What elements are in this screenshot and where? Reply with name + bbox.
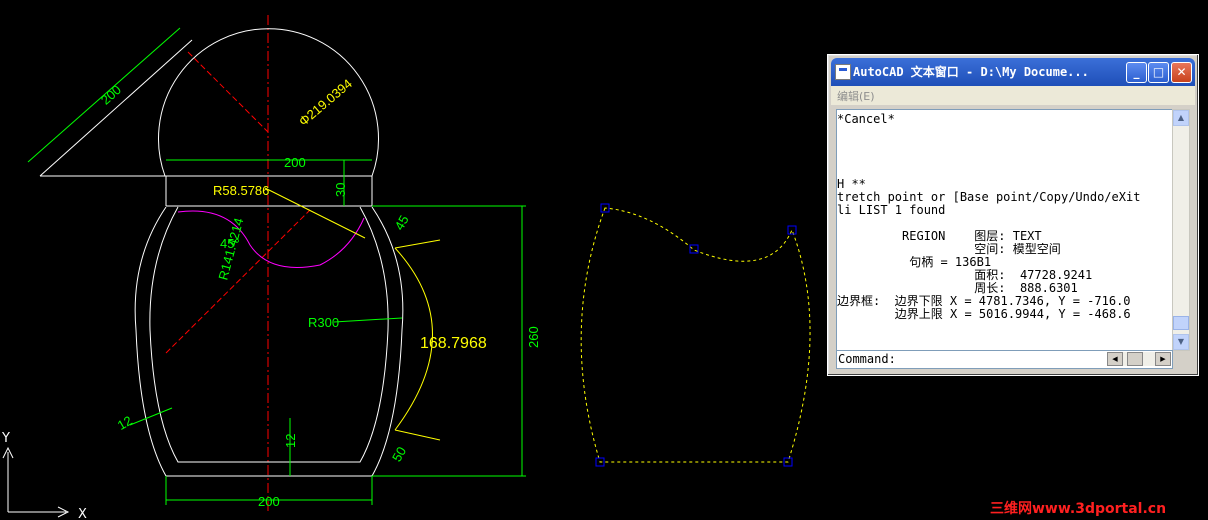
ucs-icon: Y X — [1, 431, 87, 520]
text-history-line: REGION 图层: TEXT — [837, 230, 1042, 243]
dim-radius-small-text: R58.5786 — [213, 183, 269, 198]
arc-ext-top — [394, 239, 441, 249]
arc-ext-bottom — [394, 429, 441, 441]
watermark: 三维网www.3dportal.cn — [990, 501, 1167, 517]
dim-50-text: 50 — [389, 444, 409, 464]
scroll-thumb[interactable] — [1173, 316, 1189, 330]
dim-radius-300-text: R300 — [308, 315, 339, 330]
autocad-app-icon[interactable] — [835, 64, 851, 80]
top-circle — [158, 28, 379, 177]
leader-wall-left — [129, 407, 173, 426]
inner-body — [149, 206, 389, 463]
dim-bottom-width: 200 — [165, 476, 373, 509]
scroll-right-icon[interactable]: ▶ — [1155, 352, 1171, 366]
dim-arc-length-text: 168.7968 — [420, 335, 487, 352]
menu-bar: 编辑(E) — [831, 86, 1195, 105]
text-history-line: *Cancel* — [837, 113, 895, 126]
dim-bottom-width-text: 200 — [258, 494, 280, 509]
text-history-line: 空间: 模型空间 — [837, 243, 1061, 256]
ucs-x-label: X — [78, 507, 87, 520]
dim-height-text: 260 — [526, 326, 541, 348]
menu-edit[interactable]: 编辑(E) — [837, 88, 875, 104]
scroll-up-icon[interactable]: ▲ — [1173, 110, 1189, 126]
vertical-scrollbar[interactable]: ▲ ▼ — [1172, 109, 1190, 351]
text-history-line: 边界上限 X = 5016.9944, Y = -468.6 — [837, 308, 1131, 321]
text-window-titlebar[interactable]: AutoCAD 文本窗口 - D:\My Docume... _ □ ✕ — [831, 58, 1195, 86]
command-line[interactable]: Command: ◀ ▶ — [836, 350, 1173, 369]
text-history-line: li LIST 1 found — [837, 204, 946, 217]
text-history-lines: *Cancel* H ** tretch point or [Base point/… — [837, 113, 1172, 321]
inner-arc — [177, 210, 365, 268]
dim-top-width-text: 200 — [284, 155, 306, 170]
close-button[interactable]: ✕ — [1171, 62, 1192, 83]
text-window[interactable]: AutoCAD 文本窗口 - D:\My Docume... _ □ ✕ 编辑(… — [827, 54, 1199, 376]
maximize-button[interactable]: □ — [1148, 62, 1169, 83]
text-history-line: 周长: 888.6301 — [837, 282, 1078, 295]
triangle-edge — [39, 39, 193, 177]
text-history-line — [837, 165, 1172, 178]
centerline-diagonal — [187, 51, 269, 133]
ucs-y-label: Y — [1, 431, 10, 446]
text-history-line: tretch point or [Base point/Copy/Undo/eX… — [837, 191, 1141, 204]
outer-body — [134, 206, 404, 477]
dim-45-right-text: 45 — [392, 213, 412, 233]
text-history-line: 面积: 47728.9241 — [837, 269, 1093, 282]
text-history-line — [837, 217, 1172, 230]
minimize-button[interactable]: _ — [1126, 62, 1147, 83]
text-history-line — [837, 126, 1172, 139]
leader-300 — [333, 317, 403, 323]
text-history-line: 边界框: 边界下限 X = 4781.7346, Y = -716.0 — [837, 295, 1131, 308]
text-history-line: H ** — [837, 178, 866, 191]
dim-wall-left-text: 12 — [115, 413, 135, 433]
text-history-area[interactable]: *Cancel* H ** tretch point or [Base point/… — [836, 109, 1173, 351]
scroll-down-icon[interactable]: ▼ — [1173, 334, 1189, 350]
dim-neck-text: 30 — [333, 183, 348, 197]
hscroll-thumb[interactable] — [1127, 352, 1143, 366]
dim-diameter-text: Φ219.0394 — [296, 76, 355, 129]
leader-small — [264, 187, 366, 239]
text-window-title: AutoCAD 文本窗口 - D:\My Docume... — [853, 65, 1089, 79]
grip-mid[interactable] — [689, 244, 699, 254]
grip-top-right[interactable] — [787, 225, 797, 235]
text-history-line: 句柄 = 136B1 — [837, 256, 992, 269]
dim-neck: 30 — [333, 160, 348, 206]
text-history-line — [837, 152, 1172, 165]
selected-region[interactable] — [580, 207, 811, 463]
text-history-line — [837, 139, 1172, 152]
scroll-left-icon[interactable]: ◀ — [1107, 352, 1123, 366]
dim-diag: 200 — [27, 27, 181, 163]
dim-top-width: 200 — [166, 155, 372, 170]
command-label: Command: — [838, 352, 896, 366]
horizontal-scrollbar[interactable]: ◀ ▶ — [1107, 352, 1171, 366]
